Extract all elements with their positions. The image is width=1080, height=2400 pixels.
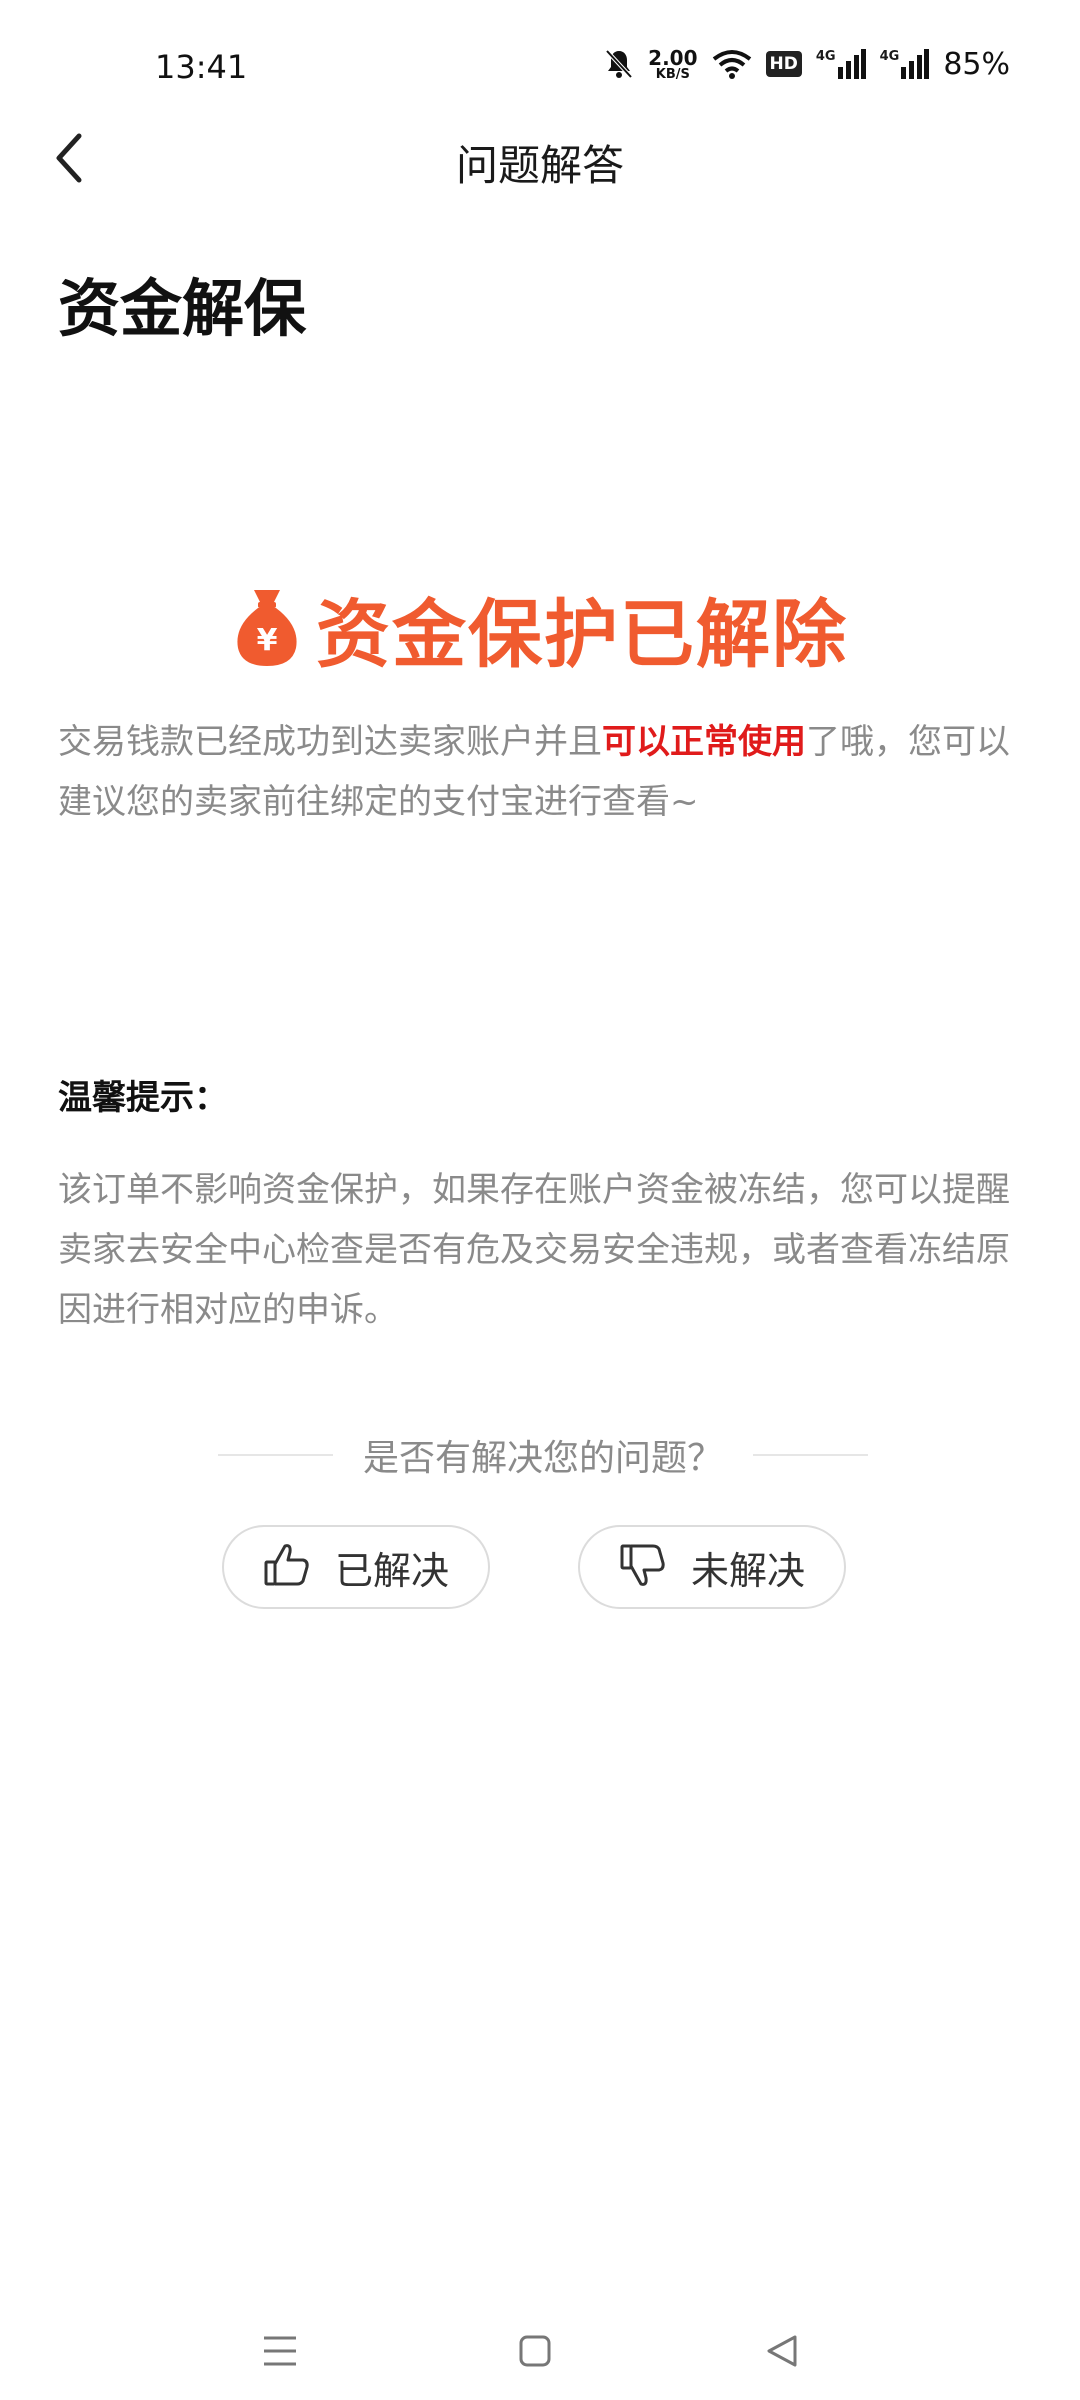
signal-icon-2: 4G: [880, 49, 930, 79]
signal-1-label: 4G: [815, 49, 836, 64]
home-square-icon: [518, 2334, 552, 2372]
home-button[interactable]: [505, 2328, 565, 2378]
page: 13:41 2.00 KB/S HD 4G 4G 85% 问题解答 资金解保 ¥…: [0, 0, 1080, 2400]
status-time: 13:41: [155, 48, 248, 86]
battery-level: 85%: [943, 46, 1010, 82]
system-back-button[interactable]: [752, 2328, 812, 2378]
page-title: 资金解保: [58, 272, 307, 345]
feedback-prompt: 是否有解决您的问题？: [218, 1425, 869, 1485]
nav-header: 问题解答: [0, 120, 1080, 200]
thumbs-down-icon: [619, 1542, 667, 1592]
thumbs-up-icon: [263, 1542, 311, 1592]
menu-icon: [262, 2334, 298, 2372]
divider-left: [218, 1454, 333, 1456]
answer-text: 交易钱款已经成功到达卖家账户并且可以正常使用了哦，您可以建议您的卖家前往绑定的支…: [58, 712, 1028, 832]
menu-button[interactable]: [250, 2328, 310, 2378]
unresolved-button[interactable]: 未解决: [578, 1525, 846, 1609]
bell-muted-icon: [604, 48, 634, 80]
hd-badge: HD: [765, 51, 802, 77]
unresolved-label: 未解决: [690, 1548, 805, 1593]
svg-text:¥: ¥: [257, 623, 278, 658]
system-nav-bar: [0, 2300, 1080, 2400]
wifi-icon: [712, 49, 752, 79]
money-bag-icon: ¥: [232, 586, 302, 672]
tip-title: 温馨提示：: [58, 1078, 228, 1118]
net-speed-value: 2.00: [648, 45, 698, 70]
answer-text-before: 交易钱款已经成功到达卖家账户并且: [58, 722, 602, 762]
hero-text: 资金保护已解除: [316, 592, 848, 678]
nav-title: 问题解答: [455, 141, 624, 190]
status-icons: 2.00 KB/S HD 4G 4G 85%: [604, 42, 1010, 86]
resolved-button[interactable]: 已解决: [222, 1525, 490, 1609]
divider-right: [753, 1454, 869, 1456]
hero-banner: ¥ 资金保护已解除: [0, 575, 1080, 682]
back-triangle-icon: [765, 2334, 799, 2372]
signal-icon-1: 4G: [816, 49, 866, 79]
net-speed: 2.00 KB/S: [648, 48, 697, 81]
tip-text: 该订单不影响资金保护，如果存在账户资金被冻结，您可以提醒卖家去安全中心检查是否有…: [58, 1170, 1010, 1330]
feedback-question: 是否有解决您的问题？: [363, 1438, 724, 1479]
signal-2-label: 4G: [879, 49, 900, 64]
answer-highlight: 可以正常使用: [602, 722, 806, 762]
status-bar: 13:41 2.00 KB/S HD 4G 4G 85%: [0, 0, 1080, 120]
resolved-label: 已解决: [334, 1548, 449, 1593]
net-speed-unit: KB/S: [655, 66, 690, 82]
